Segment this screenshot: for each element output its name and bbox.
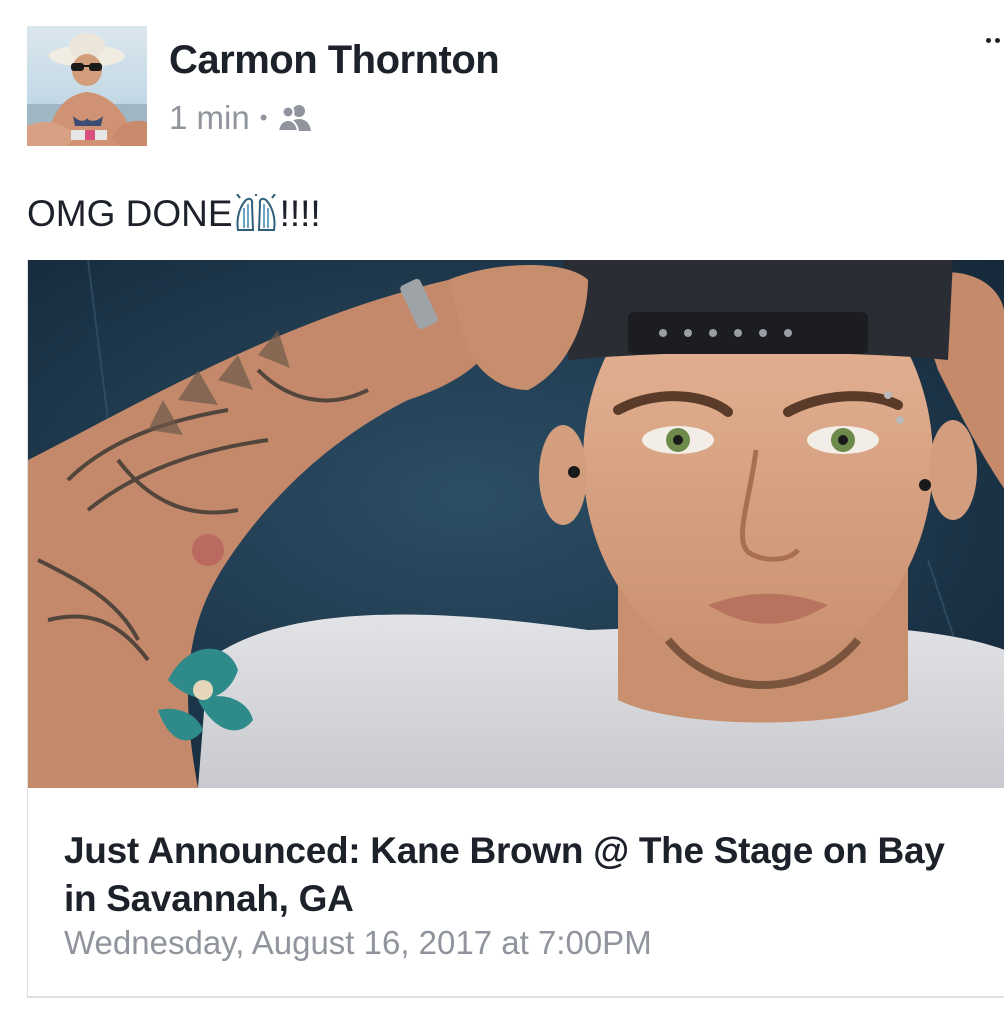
link-preview-title[interactable]: Just Announced: Kane Brown @ The Stage o… [64,827,984,923]
link-preview-image[interactable] [28,260,1004,788]
friends-icon[interactable] [277,103,313,133]
post-status-text: OMG DONE !!!! [27,192,321,235]
post-meta: 1 min • [169,98,313,138]
author-name-link[interactable]: Carmon Thornton [169,38,500,83]
avatar-photo [27,26,147,146]
more-options-icon[interactable] [986,36,1004,46]
status-text-before: OMG DONE [27,193,233,234]
raised-hands-icon [234,192,278,234]
author-avatar[interactable] [27,26,147,146]
status-text-after: !!!! [279,193,321,234]
link-preview-subtitle: Wednesday, August 16, 2017 at 7:00PM [64,924,652,961]
promo-photo [28,260,1004,788]
feed-post: Carmon Thornton 1 min • OMG DONE !!!! Ju… [0,0,1004,1018]
link-preview-card[interactable]: Just Announced: Kane Brown @ The Stage o… [27,260,1004,998]
post-timestamp[interactable]: 1 min [169,99,250,137]
meta-separator: • [259,105,268,130]
